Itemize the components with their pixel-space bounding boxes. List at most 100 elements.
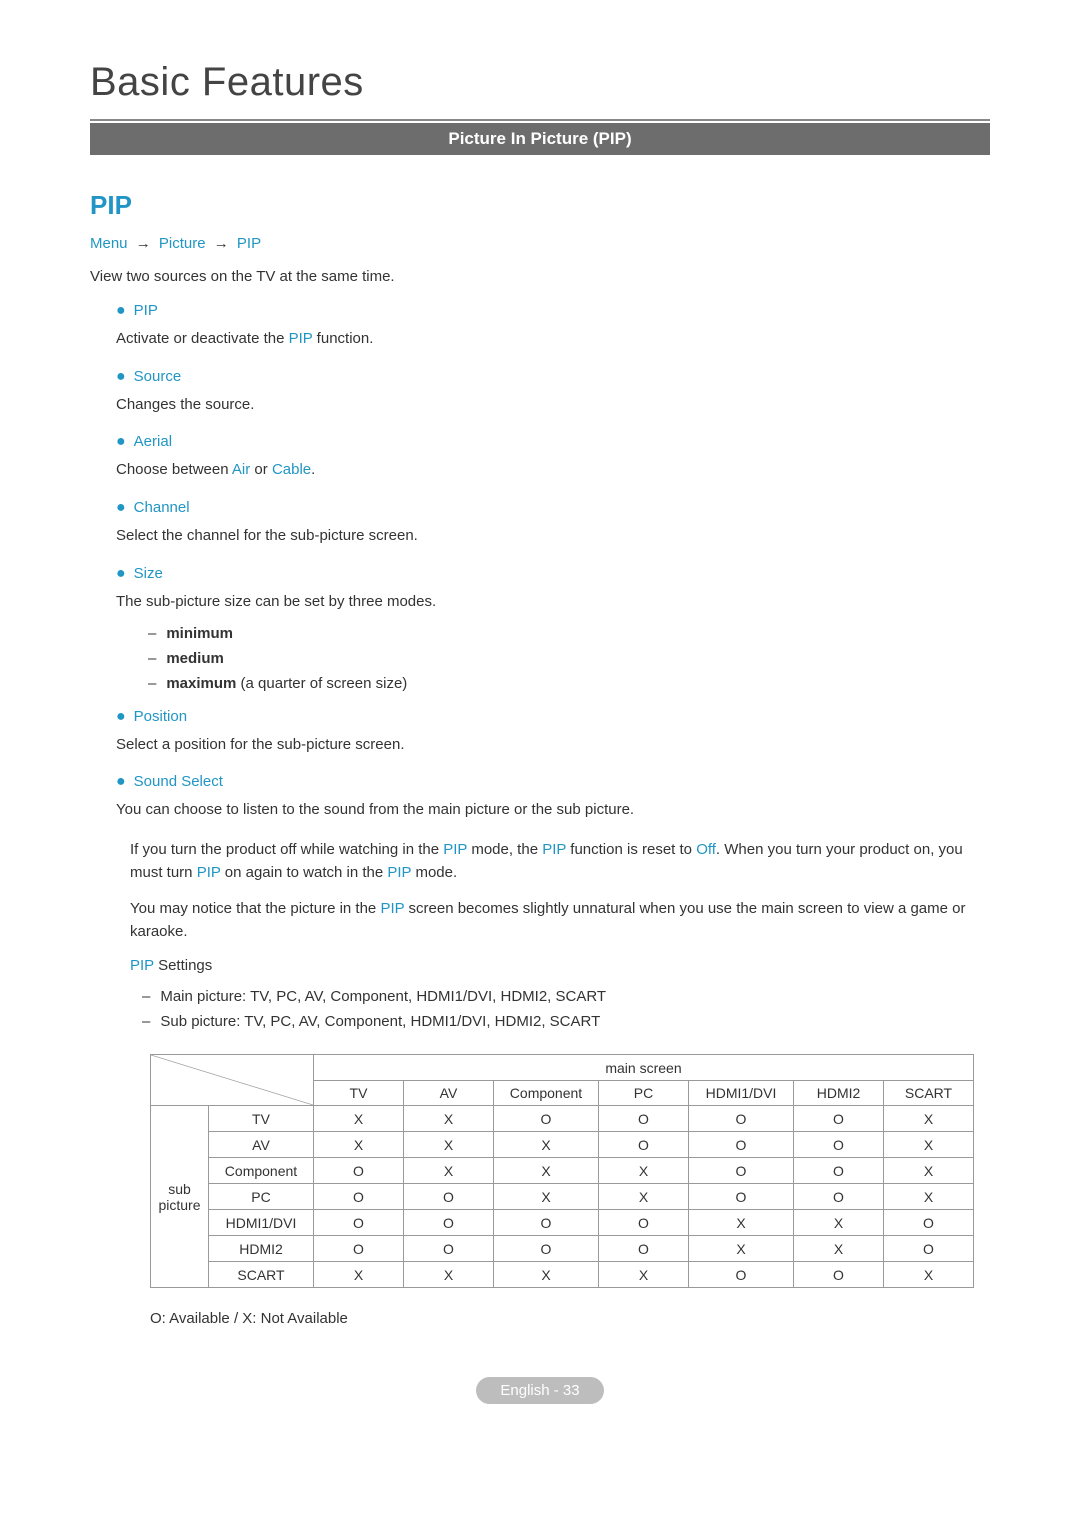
row-header: AV [209,1132,314,1158]
table-cell: X [494,1262,599,1288]
table-cell: O [884,1210,974,1236]
feature-size: ●Size The sub-picture size can be set by… [116,565,990,696]
feature-name: Size [134,565,163,582]
main-screen-header: main screen [314,1055,974,1081]
table-cell: O [314,1236,404,1262]
feature-desc: Select the channel for the sub-picture s… [116,517,990,561]
feature-name: Source [134,368,182,385]
table-cell: X [404,1132,494,1158]
table-cell: O [689,1184,794,1210]
table-cell: O [599,1236,689,1262]
feature-list: ●PIP Activate or deactivate the PIP func… [90,302,990,835]
title-underline [90,119,990,121]
col-header: AV [404,1081,494,1106]
table-cell: X [599,1184,689,1210]
table-cell: X [794,1236,884,1262]
table-row: HDMI1/DVI O O O O X X O [151,1210,974,1236]
table-cell: O [314,1184,404,1210]
bullet-icon: ● [116,565,134,582]
table-cell: X [314,1106,404,1132]
table-cell: O [689,1262,794,1288]
table-cell: X [404,1262,494,1288]
feature-name: Aerial [134,433,172,450]
breadcrumb: Menu → Picture → PIP [90,235,990,252]
feature-pip: ●PIP Activate or deactivate the PIP func… [116,302,990,364]
table-row: AV X X X O O O X [151,1132,974,1158]
section-bar: Picture In Picture (PIP) [90,123,990,155]
feature-desc: You can choose to listen to the sound fr… [116,791,990,835]
table-cell: O [494,1210,599,1236]
row-header: SCART [209,1262,314,1288]
breadcrumb-picture: Picture [159,235,206,252]
notes: If you turn the product off while watchi… [90,839,990,943]
table-cell: O [494,1236,599,1262]
feature-source: ●Source Changes the source. [116,368,990,430]
col-header: SCART [884,1081,974,1106]
table-cell: O [314,1210,404,1236]
table-cell: X [314,1262,404,1288]
feature-desc: Activate or deactivate the PIP function. [116,320,990,364]
table-cell: O [794,1158,884,1184]
table-cell: O [689,1158,794,1184]
row-header: TV [209,1106,314,1132]
feature-channel: ●Channel Select the channel for the sub-… [116,499,990,561]
table-corner [151,1055,314,1106]
feature-name: Sound Select [134,773,223,790]
col-header: HDMI1/DVI [689,1081,794,1106]
breadcrumb-pip: PIP [237,235,261,252]
table-cell: X [884,1132,974,1158]
table-cell: X [884,1184,974,1210]
col-header: TV [314,1081,404,1106]
table-cell: X [884,1262,974,1288]
table-cell: X [689,1210,794,1236]
feature-name: Channel [134,499,190,516]
bullet-icon: ● [116,499,134,516]
table-legend: O: Available / X: Not Available [150,1310,990,1327]
col-header: HDMI2 [794,1081,884,1106]
table-cell: X [494,1158,599,1184]
bullet-icon: ● [116,708,134,725]
pip-settings-label: PIP Settings [90,957,990,974]
feature-desc: Changes the source. [116,386,990,430]
bullet-icon: ● [116,302,134,319]
size-mode-min: minimum [148,621,990,646]
page-number-pill: English - 33 [476,1377,603,1404]
settings-main: Main picture: TV, PC, AV, Component, HDM… [142,984,990,1009]
table-cell: O [599,1210,689,1236]
feature-aerial: ●Aerial Choose between Air or Cable. [116,433,990,495]
breadcrumb-arrow: → [132,235,155,252]
feature-name: Position [134,708,187,725]
section-heading: PIP [90,190,990,221]
table-cell: X [794,1210,884,1236]
table-cell: X [599,1262,689,1288]
note-1: If you turn the product off while watchi… [130,839,990,884]
pip-settings-list: Main picture: TV, PC, AV, Component, HDM… [90,984,990,1034]
table-cell: X [404,1158,494,1184]
table-cell: X [494,1184,599,1210]
bullet-icon: ● [116,433,134,450]
page: Basic Features Picture In Picture (PIP) … [0,0,1080,1444]
table-cell: X [314,1132,404,1158]
table-cell: X [404,1106,494,1132]
table-cell: O [794,1106,884,1132]
note-2: You may notice that the picture in the P… [130,898,990,943]
table-cell: O [884,1236,974,1262]
table-cell: O [404,1210,494,1236]
table-cell: O [404,1236,494,1262]
page-title: Basic Features [90,60,990,105]
bullet-icon: ● [116,773,134,790]
row-header: HDMI1/DVI [209,1210,314,1236]
size-mode-med: medium [148,646,990,671]
table-cell: O [599,1132,689,1158]
table-row: HDMI2 O O O O X X O [151,1236,974,1262]
table-row: PC O O X X O O X [151,1184,974,1210]
feature-position: ●Position Select a position for the sub-… [116,708,990,770]
table-cell: O [404,1184,494,1210]
table-cell: O [794,1262,884,1288]
bullet-icon: ● [116,368,134,385]
feature-desc: Choose between Air or Cable. [116,451,990,495]
col-header: Component [494,1081,599,1106]
row-header: Component [209,1158,314,1184]
breadcrumb-menu: Menu [90,235,128,252]
table-row: SCART X X X X O O X [151,1262,974,1288]
